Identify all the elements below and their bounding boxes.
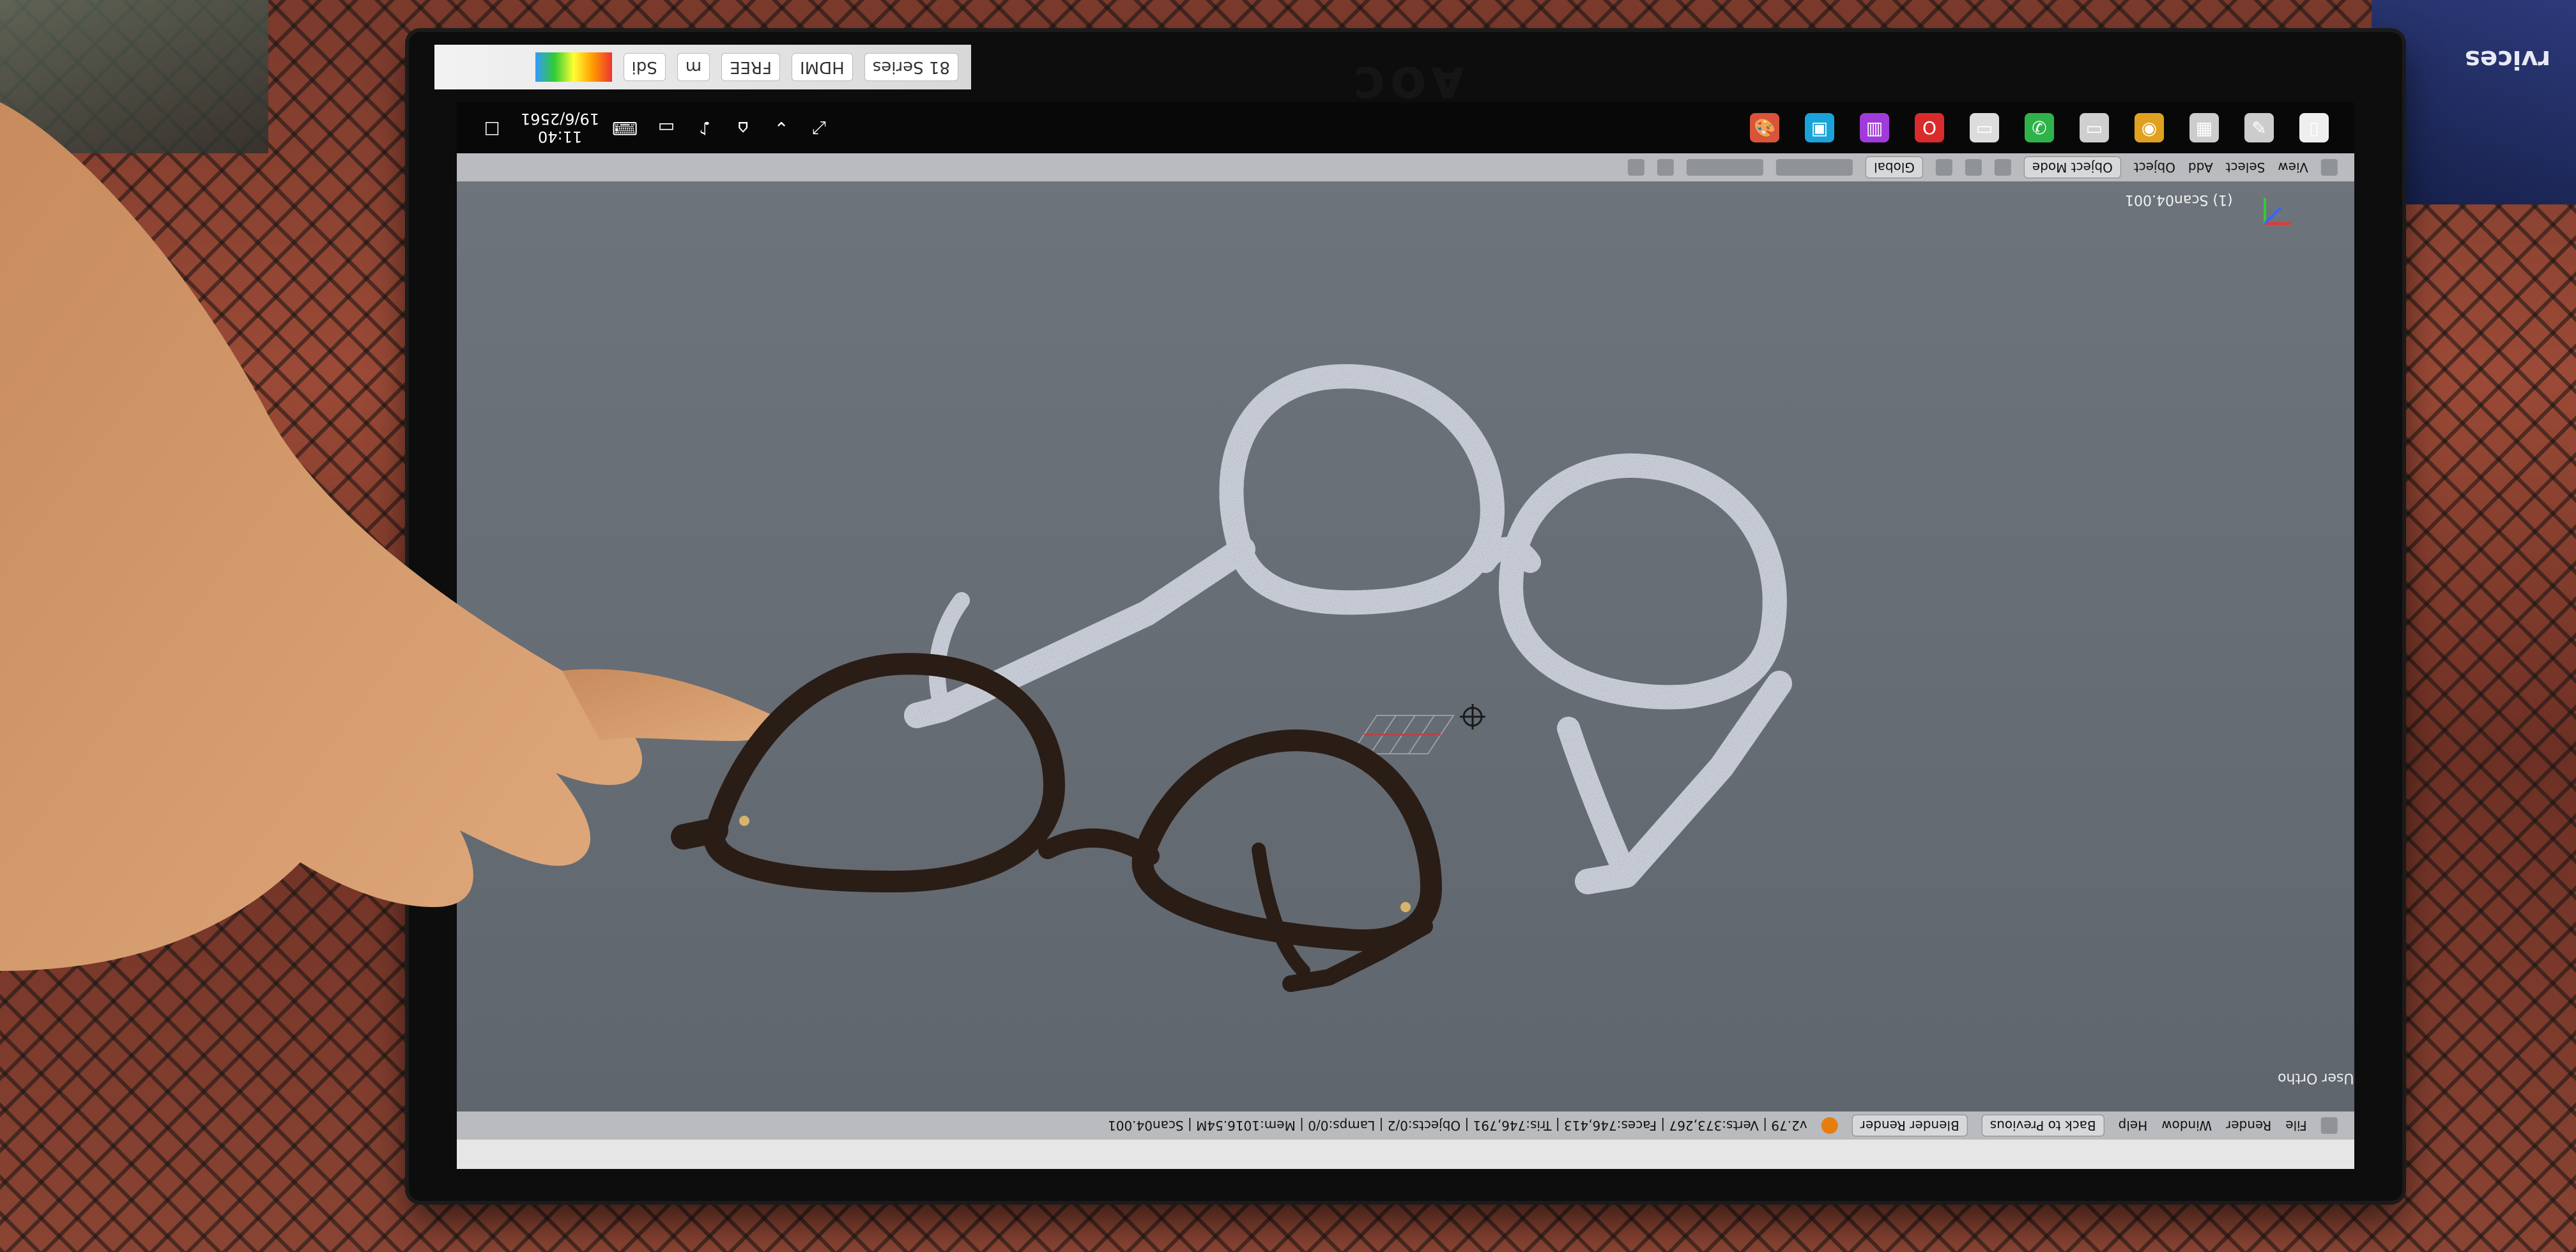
real-right-temple-arm: [1252, 843, 1310, 978]
real-glasses: [671, 653, 1442, 992]
real-left-lens-rim: [703, 653, 1065, 892]
real-rivet: [1400, 902, 1411, 912]
real-bridge: [1038, 828, 1160, 866]
real-right-lens-rim: [1131, 729, 1442, 951]
real-rivet: [739, 816, 749, 826]
real-left-hinge: [671, 818, 728, 850]
